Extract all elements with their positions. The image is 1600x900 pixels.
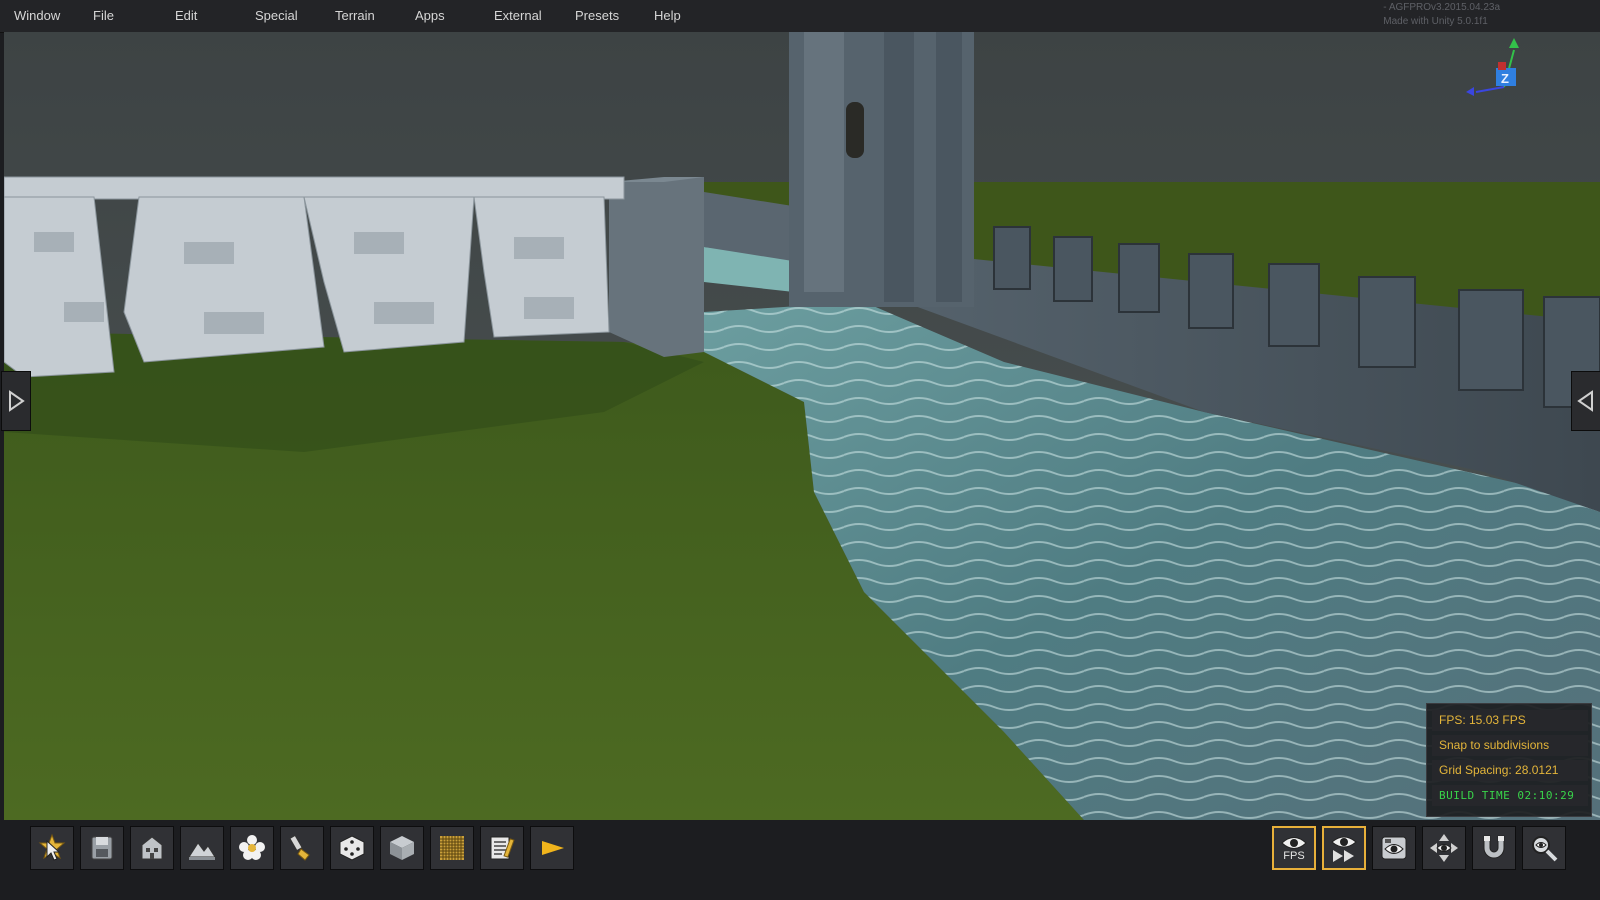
- screenshot-camera-button[interactable]: [1372, 826, 1416, 870]
- fly-camera-button[interactable]: [1322, 826, 1366, 870]
- paint-brush-icon: [289, 834, 310, 861]
- play-icon: [542, 841, 564, 855]
- expand-left-arrow-icon: [1577, 390, 1593, 412]
- snap-magnet-button[interactable]: [1472, 826, 1516, 870]
- select-tool-button[interactable]: [30, 826, 74, 870]
- fps-camera-icon: [1281, 836, 1307, 849]
- grid-spacing-readout: Grid Spacing: 28.0121: [1432, 760, 1588, 781]
- menu-help[interactable]: Help: [654, 8, 681, 23]
- notes-button[interactable]: [480, 826, 524, 870]
- grid-icon: [440, 836, 464, 860]
- cube-icon: [390, 836, 414, 860]
- terrain-button[interactable]: [180, 826, 224, 870]
- fps-camera-label: FPS: [1283, 849, 1305, 862]
- object-button[interactable]: [380, 826, 424, 870]
- dice-icon: [339, 835, 365, 861]
- grid-button[interactable]: [430, 826, 474, 870]
- save-button[interactable]: [80, 826, 124, 870]
- zoom-button[interactable]: [1522, 826, 1566, 870]
- menu-special[interactable]: Special: [255, 8, 298, 23]
- build-time-readout: BUILD TIME 02:10:29: [1432, 785, 1588, 806]
- terrain-icon: [188, 842, 216, 860]
- fly-camera-icon: [1331, 836, 1357, 862]
- menu-terrain[interactable]: Terrain: [335, 8, 375, 23]
- buildings-button[interactable]: [130, 826, 174, 870]
- menu-bar: Window File Edit Special Terrain Apps Ex…: [0, 0, 1600, 33]
- move-camera-button[interactable]: [1422, 826, 1466, 870]
- menu-window[interactable]: Window: [14, 8, 60, 23]
- expand-right-arrow-icon: [9, 390, 25, 412]
- snap-toggle[interactable]: Snap to subdivisions: [1432, 735, 1588, 756]
- menu-external[interactable]: External: [494, 8, 542, 23]
- play-button[interactable]: [530, 826, 574, 870]
- right-panel-toggle[interactable]: [1571, 371, 1600, 431]
- foliage-button[interactable]: [230, 826, 274, 870]
- flower-icon: [239, 835, 265, 860]
- scene-viewport[interactable]: Z: [4, 32, 1600, 820]
- fps-camera-button[interactable]: FPS: [1272, 826, 1316, 870]
- left-panel-toggle[interactable]: [1, 371, 31, 431]
- menu-presets[interactable]: Presets: [575, 8, 619, 23]
- paint-button[interactable]: [280, 826, 324, 870]
- scene-render: Z: [4, 32, 1600, 820]
- gizmo-axis-label: Z: [1501, 71, 1509, 86]
- buildings-icon: [141, 836, 163, 860]
- fps-readout: FPS: 15.03 FPS: [1432, 710, 1588, 731]
- version-line: - AGFPROv3.2015.04.23a: [1383, 2, 1500, 13]
- info-panel: FPS: 15.03 FPS Snap to subdivisions Grid…: [1426, 703, 1592, 817]
- unity-version-line: Made with Unity 5.0.1f1: [1383, 16, 1488, 27]
- select-tool-icon: [38, 833, 66, 861]
- random-button[interactable]: [330, 826, 374, 870]
- save-icon: [91, 836, 113, 860]
- menu-edit[interactable]: Edit: [175, 8, 197, 23]
- screenshot-camera-icon: [1381, 836, 1407, 860]
- notes-icon: [490, 836, 515, 860]
- move-camera-icon: [1430, 834, 1458, 862]
- menu-file[interactable]: File: [93, 8, 114, 23]
- snap-magnet-icon: [1483, 835, 1505, 859]
- version-info: - AGFPROv3.2015.04.23a Made with Unity 5…: [1383, 1, 1500, 29]
- menu-apps[interactable]: Apps: [415, 8, 445, 23]
- zoom-icon: [1532, 836, 1558, 862]
